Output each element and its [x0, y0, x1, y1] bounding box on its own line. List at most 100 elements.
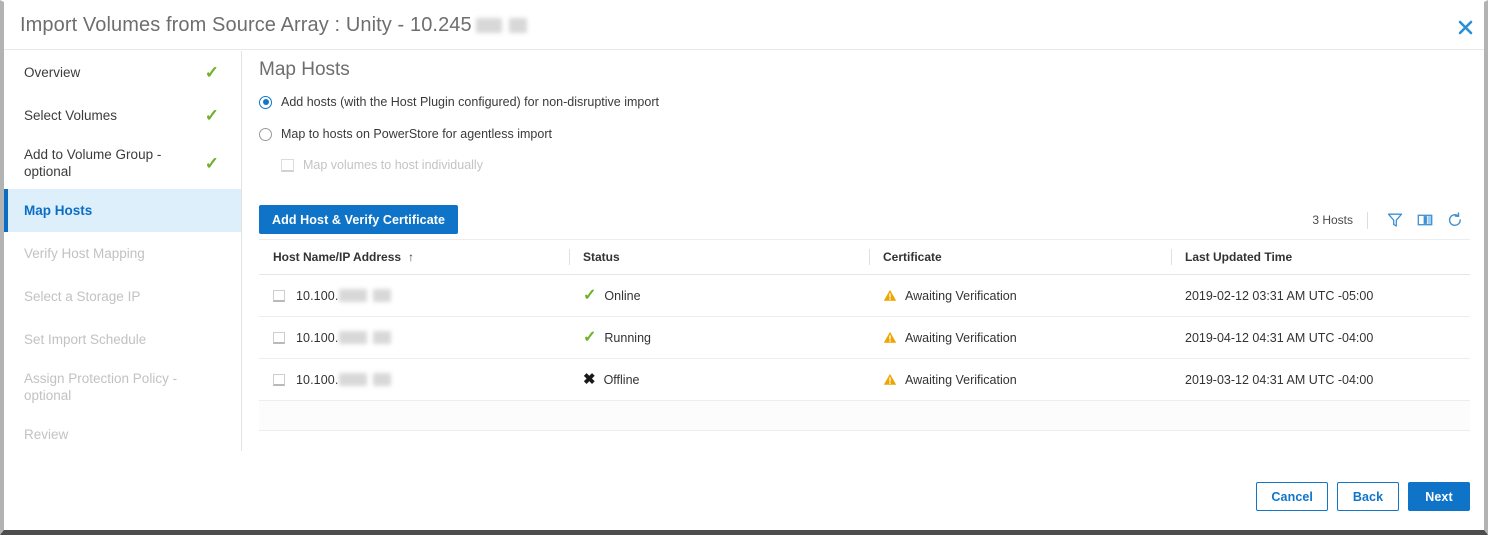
redacted-ip-octet-2 [508, 18, 527, 34]
sidebar-item-overview[interactable]: Overview ✓ [4, 51, 241, 94]
dialog-title-text: Import Volumes from Source Array : Unity… [20, 14, 472, 36]
column-header-certificate[interactable]: Certificate [869, 250, 1171, 264]
cell-status: ✓ Running [569, 328, 869, 346]
dialog-title: Import Volumes from Source Array : Unity… [20, 14, 527, 37]
dialog-footer: Cancel Back Next [1256, 482, 1470, 511]
main-content: Map Hosts Add hosts (with the Host Plugi… [243, 51, 1484, 530]
warning-icon [883, 331, 897, 344]
back-button[interactable]: Back [1337, 482, 1399, 511]
sidebar-item-label: Select a Storage IP [24, 289, 141, 304]
sidebar-item-label: Review [24, 427, 69, 442]
sidebar-item-assign-protection-policy: Assign Protection Policy - optional [4, 361, 241, 413]
column-header-label: Host Name/IP Address [273, 250, 402, 264]
sidebar-item-select-a-storage-ip: Select a Storage IP [4, 275, 241, 318]
check-icon: ✓ [583, 328, 597, 346]
filter-icon[interactable] [1380, 209, 1410, 231]
certificate-text: Awaiting Verification [905, 288, 1017, 303]
sidebar-item-label: Overview [24, 65, 81, 80]
toolbar-divider [1367, 211, 1368, 229]
sidebar-item-add-to-volume-group[interactable]: Add to Volume Group - optional ✓ [4, 137, 241, 189]
wizard-step-sidebar: Overview ✓ Select Volumes ✓ Add to Volum… [4, 51, 242, 451]
column-header-label: Last Updated Time [1185, 250, 1293, 264]
sidebar-item-review: Review [4, 413, 241, 456]
certificate-text: Awaiting Verification [905, 330, 1017, 345]
row-select-checkbox[interactable] [273, 289, 285, 302]
cross-icon: ✖ [583, 371, 596, 388]
redacted-ip-octet-1 [339, 373, 368, 386]
row-select-checkbox[interactable] [273, 373, 285, 386]
host-count-label: 3 Hosts [1312, 213, 1353, 227]
sidebar-item-map-hosts[interactable]: Map Hosts [4, 189, 241, 232]
radio-map-to-hosts-agentless[interactable]: Map to hosts on PowerStore for agentless… [259, 127, 552, 141]
next-button[interactable]: Next [1408, 482, 1470, 511]
redacted-ip-octet-1 [475, 18, 502, 34]
redacted-ip-octet-2 [373, 289, 392, 302]
status-text: Running [604, 330, 651, 345]
redacted-ip-octet-1 [339, 331, 368, 344]
radio-label: Map to hosts on PowerStore for agentless… [281, 127, 552, 141]
import-volumes-dialog: Import Volumes from Source Array : Unity… [0, 0, 1488, 535]
cell-last-updated-time: 2019-03-12 04:31 AM UTC -04:00 [1185, 372, 1374, 387]
table-row[interactable]: 10.100. ✖ Offline Awaiting Verification [259, 359, 1470, 401]
cell-host-name: 10.100. [259, 373, 569, 387]
radio-button-indicator[interactable] [259, 95, 272, 109]
status-text: Online [604, 288, 641, 303]
radio-button-indicator[interactable] [259, 127, 272, 141]
column-header-status[interactable]: Status [569, 250, 869, 264]
cell-last-updated-time: 2019-04-12 04:31 AM UTC -04:00 [1185, 330, 1374, 345]
check-icon: ✓ [204, 106, 219, 125]
redacted-ip-octet-2 [373, 331, 392, 344]
redacted-ip-octet-2 [373, 373, 392, 386]
column-chooser-icon[interactable] [1410, 209, 1440, 231]
table-header-row: Host Name/IP Address ↑ Status Certificat… [259, 240, 1470, 275]
page-title: Map Hosts [259, 59, 350, 80]
table-row[interactable]: 10.100. ✓ Online Awaiting Verification 2… [259, 275, 1470, 317]
cancel-button[interactable]: Cancel [1256, 482, 1328, 511]
sort-ascending-icon: ↑ [408, 250, 415, 264]
add-host-verify-certificate-button[interactable]: Add Host & Verify Certificate [259, 205, 459, 234]
host-ip-text: 10.100. [296, 372, 339, 387]
table-footer-row [259, 401, 1470, 431]
sidebar-item-label: Verify Host Mapping [24, 246, 145, 261]
cell-certificate: Awaiting Verification [869, 331, 1171, 345]
column-header-label: Certificate [883, 250, 942, 264]
host-ip-text: 10.100. [296, 288, 339, 303]
hosts-table: Host Name/IP Address ↑ Status Certificat… [259, 239, 1470, 431]
sidebar-item-label: Set Import Schedule [24, 332, 147, 347]
checkbox-map-volumes-individually: Map volumes to host individually [281, 158, 483, 172]
sidebar-item-label: Assign Protection Policy - optional [24, 371, 178, 403]
cell-status: ✓ Online [569, 287, 869, 304]
cell-certificate: Awaiting Verification [869, 373, 1171, 387]
dialog-titlebar: Import Volumes from Source Array : Unity… [4, 2, 1484, 50]
check-icon: ✓ [204, 153, 219, 173]
row-select-checkbox[interactable] [273, 331, 285, 344]
cell-last-updated-time: 2019-02-12 03:31 AM UTC -05:00 [1185, 288, 1374, 303]
cell-host-name: 10.100. [259, 331, 569, 345]
sidebar-item-label: Add to Volume Group - optional [24, 147, 162, 179]
table-toolbar: 3 Hosts [1312, 209, 1470, 231]
warning-icon [883, 289, 897, 302]
warning-icon [883, 373, 897, 386]
cell-status: ✖ Offline [569, 372, 869, 387]
redacted-ip-octet-1 [339, 289, 368, 302]
table-row[interactable]: 10.100. ✓ Running Awaiting Verification [259, 317, 1470, 359]
radio-label: Add hosts (with the Host Plugin configur… [281, 95, 659, 109]
column-header-label: Status [583, 250, 620, 264]
checkbox-label: Map volumes to host individually [303, 158, 483, 172]
column-header-last-updated-time[interactable]: Last Updated Time [1171, 250, 1470, 264]
sidebar-item-set-import-schedule: Set Import Schedule [4, 318, 241, 361]
certificate-text: Awaiting Verification [905, 372, 1017, 387]
checkbox-indicator [281, 158, 294, 172]
cell-host-name: 10.100. [259, 289, 569, 303]
column-header-host-name[interactable]: Host Name/IP Address ↑ [259, 250, 569, 264]
cell-certificate: Awaiting Verification [869, 289, 1171, 303]
radio-add-hosts-host-plugin[interactable]: Add hosts (with the Host Plugin configur… [259, 95, 659, 109]
close-icon[interactable] [1452, 14, 1478, 40]
sidebar-item-label: Map Hosts [24, 203, 93, 218]
sidebar-item-label: Select Volumes [24, 108, 118, 123]
status-text: Offline [603, 372, 640, 387]
sidebar-item-select-volumes[interactable]: Select Volumes ✓ [4, 94, 241, 137]
host-ip-text: 10.100. [296, 330, 339, 345]
check-icon: ✓ [204, 63, 219, 82]
refresh-icon[interactable] [1440, 209, 1470, 231]
